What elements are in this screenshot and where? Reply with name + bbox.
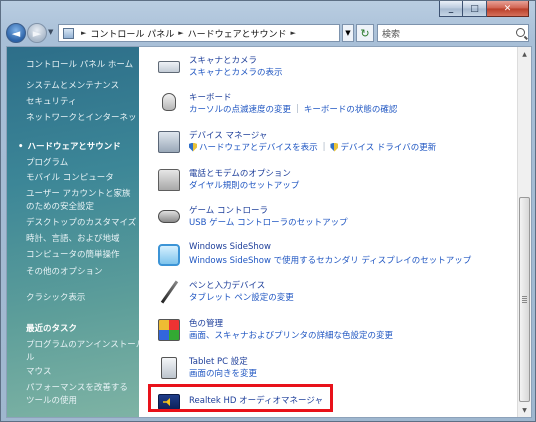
task-link[interactable]: キーボードの状態の確認: [304, 103, 398, 115]
sidebar: コントロール パネル ホーム システムとメンテナンス セキュリティ ネットワーク…: [7, 47, 145, 417]
recent-task-performance[interactable]: パフォーマンスを改善する: [26, 381, 128, 393]
client-area: コントロール パネル ホーム システムとメンテナンス セキュリティ ネットワーク…: [6, 46, 532, 418]
list-item-tablet-pc: Tablet PC 設定 画面の向きを変更: [155, 353, 515, 387]
device-manager-icon[interactable]: [158, 131, 180, 153]
scroll-down-button[interactable]: ▼: [518, 403, 531, 417]
chevron-right-icon[interactable]: ►: [81, 29, 86, 37]
item-title[interactable]: Windows SideShow: [189, 242, 271, 252]
item-title[interactable]: ゲーム コントローラ: [189, 204, 268, 216]
address-bar[interactable]: ► コントロール パネル ► ハードウェアとサウンド ►: [58, 24, 340, 42]
task-link[interactable]: デバイス ドライバの更新: [340, 141, 436, 153]
sidebar-item-ease-of-access[interactable]: コンピュータの簡単操作: [26, 248, 120, 260]
caption-buttons: _ □ ✕: [439, 1, 529, 17]
sidebar-item-system[interactable]: システムとメンテナンス: [26, 79, 119, 91]
sidebar-item-network[interactable]: ネットワークとインターネット: [26, 111, 145, 123]
item-title[interactable]: スキャナとカメラ: [189, 54, 257, 66]
sidebar-item-programs[interactable]: プログラム: [26, 156, 68, 168]
task-link[interactable]: タブレット ペン設定の変更: [189, 291, 294, 303]
task-link[interactable]: ダイヤル規則のセットアップ: [189, 179, 299, 191]
task-link[interactable]: Windows SideShow で使用するセカンダリ ディスプレイのセットアッ…: [189, 254, 471, 266]
list-item-sideshow: Windows SideShow Windows SideShow で使用するセ…: [155, 240, 515, 274]
close-button[interactable]: ✕: [487, 1, 529, 17]
task-link[interactable]: 画面、スキャナおよびプリンタの詳細な色設定の変更: [189, 329, 393, 341]
breadcrumb-control-panel[interactable]: コントロール パネル: [90, 27, 174, 40]
pen-icon[interactable]: [158, 281, 180, 303]
sidebar-item-other-options[interactable]: その他のオプション: [26, 265, 103, 277]
item-title[interactable]: デバイス マネージャ: [189, 129, 267, 141]
control-panel-icon: [63, 27, 74, 39]
sideshow-icon[interactable]: [158, 244, 180, 266]
recent-task-uninstall[interactable]: プログラムのアンインストール: [26, 338, 144, 350]
item-title[interactable]: キーボード: [189, 91, 232, 103]
task-link[interactable]: スキャナとカメラの表示: [189, 66, 283, 78]
maximize-button[interactable]: □: [463, 1, 487, 17]
chevron-right-icon[interactable]: ►: [290, 29, 295, 37]
refresh-button[interactable]: ↻: [356, 24, 374, 42]
sidebar-item-hardware-sound[interactable]: ハードウェアとサウンド: [18, 140, 120, 152]
address-dropdown-button[interactable]: ▼: [342, 24, 354, 42]
minimize-button[interactable]: _: [439, 1, 463, 17]
shield-icon: [330, 142, 339, 152]
task-link[interactable]: USB ゲーム コントローラのセットアップ: [189, 216, 348, 228]
search-icon[interactable]: [516, 28, 525, 37]
list-item-pen-input: ペンと入力デバイス タブレット ペン設定の変更: [155, 277, 515, 311]
tablet-icon[interactable]: [161, 357, 177, 379]
color-management-icon[interactable]: [158, 319, 180, 341]
navigation-bar: ◄ ► ▼ ► コントロール パネル ► ハードウェアとサウンド ► ▼ ↻ 検…: [6, 22, 531, 44]
list-item-scanners: スキャナとカメラ スキャナとカメラの表示: [155, 52, 515, 86]
chevron-right-icon[interactable]: ►: [178, 29, 183, 37]
recent-task-mouse[interactable]: マウス: [26, 365, 52, 377]
sidebar-item-user-accounts[interactable]: ユーザー アカウントと家族: [26, 187, 131, 199]
classic-view-link[interactable]: クラシック表示: [26, 291, 85, 303]
item-title[interactable]: 電話とモデムのオプション: [189, 167, 291, 179]
back-button[interactable]: ◄: [6, 23, 26, 43]
gamepad-icon[interactable]: [158, 210, 180, 223]
forward-button[interactable]: ►: [27, 23, 47, 43]
recent-pages-dropdown-icon[interactable]: ▼: [48, 28, 53, 36]
item-title[interactable]: 色の管理: [189, 317, 223, 329]
recent-task-uninstall-line2[interactable]: ル: [26, 351, 35, 363]
red-highlight-box: [148, 384, 333, 412]
divider: |: [322, 142, 326, 152]
scroll-up-button[interactable]: ▲: [518, 47, 531, 61]
sidebar-item-mobile[interactable]: モバイル コンピュータ: [26, 171, 114, 183]
sidebar-item-clock-language[interactable]: 時計、言語、および地域: [26, 232, 120, 244]
task-link[interactable]: カーソルの点滅速度の変更: [189, 103, 291, 115]
list-item-color-management: 色の管理 画面、スキャナおよびプリンタの詳細な色設定の変更: [155, 315, 515, 349]
search-placeholder: 検索: [382, 29, 401, 40]
recent-task-performance-line2[interactable]: ツールの使用: [26, 394, 77, 406]
list-item-device-manager: デバイス マネージャ ハードウェアとデバイスを表示 | デバイス ドライバの更新: [155, 127, 515, 161]
recent-tasks-heading: 最近のタスク: [26, 324, 78, 334]
sidebar-item-user-accounts-line2[interactable]: のための安全設定: [26, 200, 94, 212]
main-content: スキャナとカメラ スキャナとカメラの表示 キーボード カーソルの点滅速度の変更 …: [139, 47, 519, 417]
shield-icon: [189, 142, 197, 152]
task-link[interactable]: 画面の向きを変更: [189, 367, 257, 379]
breadcrumb-hardware-sound[interactable]: ハードウェアとサウンド: [188, 27, 287, 40]
phone-icon[interactable]: [158, 169, 180, 191]
window-frame: _ □ ✕ ◄ ► ▼ ► コントロール パネル ► ハードウェアとサウンド ►…: [0, 0, 536, 422]
item-title[interactable]: ペンと入力デバイス: [189, 279, 265, 291]
scroll-thumb[interactable]: [519, 197, 530, 402]
task-link[interactable]: ハードウェアとデバイスを表示: [199, 141, 318, 153]
list-item-game-controllers: ゲーム コントローラ USB ゲーム コントローラのセットアップ: [155, 202, 515, 236]
sidebar-item-security[interactable]: セキュリティ: [26, 95, 77, 107]
list-item-phone-modem: 電話とモデムのオプション ダイヤル規則のセットアップ: [155, 165, 515, 199]
sidebar-item-desktop[interactable]: デスクトップのカスタマイズ: [26, 216, 136, 228]
vertical-scrollbar[interactable]: ▲ ▼: [517, 47, 531, 417]
keyboard-icon[interactable]: [162, 93, 176, 111]
item-title[interactable]: Tablet PC 設定: [189, 355, 248, 367]
search-input[interactable]: 検索: [377, 24, 529, 42]
divider: |: [296, 104, 299, 114]
scanner-icon[interactable]: [158, 61, 180, 73]
sidebar-home-link[interactable]: コントロール パネル ホーム: [26, 58, 133, 70]
list-item-keyboard: キーボード カーソルの点滅速度の変更 | キーボードの状態の確認: [155, 89, 515, 123]
